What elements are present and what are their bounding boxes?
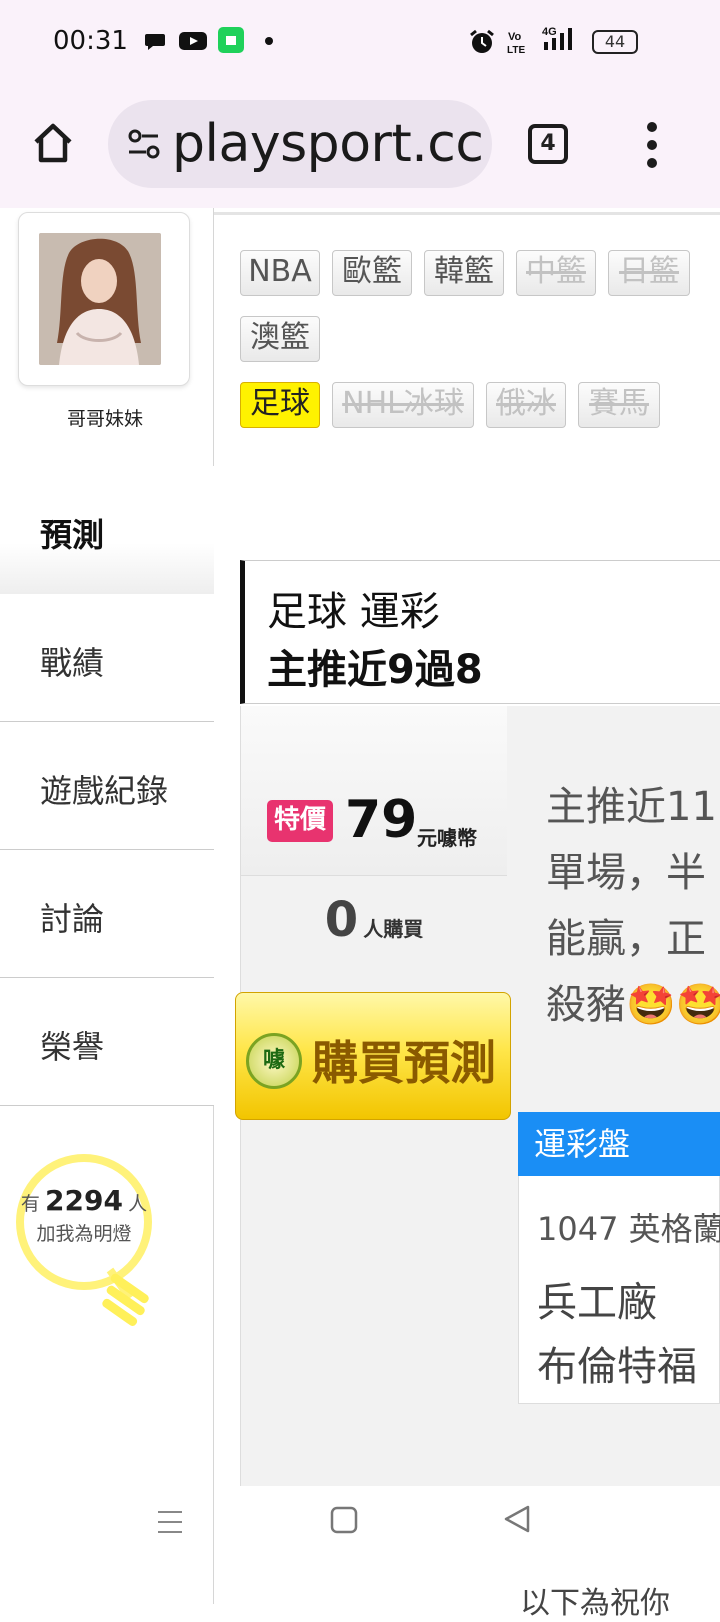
description-line: 主推近11 bbox=[546, 784, 717, 830]
coin-icon: 噱 bbox=[246, 1033, 302, 1089]
main-content: NBA 歐籃 韓籃 中籃 日籃 澳籃 足球 NHL冰球 俄冰 賽馬 足球 運彩 … bbox=[214, 208, 720, 1604]
recents-icon[interactable] bbox=[330, 1506, 358, 1534]
odds-header: 運彩盤 bbox=[518, 1112, 720, 1176]
battery-level: 44 bbox=[604, 32, 626, 51]
more-menu-icon[interactable] bbox=[646, 122, 658, 170]
buyers-label: 人購買 bbox=[363, 917, 424, 941]
battery-icon: 44 bbox=[592, 30, 638, 54]
svg-text:LTE: LTE bbox=[507, 45, 525, 56]
system-nav-bar bbox=[240, 1488, 720, 1552]
line-app-icon bbox=[218, 27, 244, 53]
clock: 00:31 bbox=[53, 26, 128, 56]
price-currency: 元噱幣 bbox=[417, 826, 477, 850]
avatar-frame[interactable] bbox=[18, 212, 190, 386]
sidebar-item-discussion[interactable]: 討論 bbox=[0, 850, 214, 978]
category-soccer[interactable]: 足球 bbox=[240, 382, 320, 428]
category-china-basketball: 中籃 bbox=[516, 250, 596, 296]
back-icon[interactable] bbox=[502, 1504, 532, 1534]
buy-prediction-button[interactable]: 噱 購買預測 bbox=[235, 992, 511, 1120]
odds-card[interactable]: 1047 英格蘭 兵工廠 布倫特福 bbox=[518, 1176, 720, 1404]
volte-icon: Vo LTE bbox=[507, 31, 525, 56]
username[interactable]: 哥哥妹妹 bbox=[0, 404, 210, 431]
prediction-header: 足球 運彩 主推近9過8 bbox=[240, 560, 720, 704]
price-box: 特價 79 元噱幣 bbox=[241, 706, 507, 876]
buy-prediction-label: 購買預測 bbox=[312, 1036, 496, 1090]
signal-4g-icon: 4G bbox=[542, 26, 572, 50]
chat-bubble-icon bbox=[145, 34, 165, 50]
profile-sidebar: 哥哥妹妹 預測 戰績 遊戲紀錄 討論 榮譽 有 2294 人 加我為明燈 bbox=[0, 208, 214, 1604]
category-nba[interactable]: NBA bbox=[240, 250, 320, 296]
prediction-title: 主推近9過8 bbox=[267, 647, 483, 693]
description-line: 能贏，正 bbox=[546, 916, 706, 962]
sidebar-item-game-history[interactable]: 遊戲紀錄 bbox=[0, 722, 214, 850]
sidebar-item-label: 榮譽 bbox=[40, 1028, 105, 1066]
prediction-description: 主推近11 單場，半 能贏，正 殺豬🤩🤩 bbox=[546, 774, 720, 1038]
away-team: 布倫特福 bbox=[537, 1344, 697, 1390]
sidebar-item-label: 預測 bbox=[40, 516, 105, 554]
price-value: 79 bbox=[345, 790, 418, 850]
description-line: 單場，半 bbox=[546, 850, 706, 896]
address-bar[interactable]: playsport.cc bbox=[108, 100, 492, 188]
dot-icon bbox=[265, 37, 273, 45]
avatar[interactable] bbox=[39, 233, 161, 365]
sidebar-item-predictions[interactable]: 預測 bbox=[0, 466, 214, 594]
sidebar-item-label: 討論 bbox=[40, 900, 105, 938]
fans-prefix: 有 bbox=[20, 1193, 40, 1215]
fans-counter[interactable]: 有 2294 人 加我為明燈 bbox=[14, 1184, 154, 1246]
fans-suffix: 人 bbox=[128, 1193, 148, 1215]
menu-icon[interactable] bbox=[156, 1508, 184, 1536]
site-settings-icon[interactable] bbox=[126, 126, 162, 162]
url-text: playsport.cc bbox=[172, 114, 484, 174]
avatar-image bbox=[39, 233, 161, 365]
tab-switcher-button[interactable]: 4 bbox=[528, 124, 568, 164]
sidebar-item-label: 戰績 bbox=[40, 644, 105, 682]
fans-count: 2294 bbox=[45, 1184, 123, 1217]
sale-badge: 特價 bbox=[267, 800, 333, 842]
category-japan-basketball: 日籃 bbox=[608, 250, 690, 296]
coin-glyph: 噱 bbox=[262, 1048, 285, 1073]
alarm-icon bbox=[470, 29, 494, 53]
category-nhl-hockey: NHL冰球 bbox=[332, 382, 474, 428]
category-euro-basketball[interactable]: 歐籃 bbox=[332, 250, 412, 296]
home-team: 兵工廠 bbox=[537, 1280, 657, 1326]
category-australia-basketball[interactable]: 澳籃 bbox=[240, 316, 320, 362]
category-korea-basketball[interactable]: 韓籃 bbox=[424, 250, 504, 296]
fans-caption: 加我為明燈 bbox=[36, 1223, 132, 1245]
game-number: 1047 英格蘭 bbox=[537, 1210, 720, 1248]
category-horse-racing: 賽馬 bbox=[578, 382, 660, 428]
bottom-partial-text: 以下為祝你 bbox=[520, 1586, 670, 1621]
home-icon[interactable] bbox=[30, 120, 76, 166]
divider bbox=[214, 212, 720, 215]
prediction-category: 足球 運彩 bbox=[267, 589, 440, 635]
category-russia-hockey: 俄冰 bbox=[486, 382, 566, 428]
buyers-number: 0 bbox=[324, 892, 359, 948]
buyers-count: 0 人購買 bbox=[241, 892, 507, 948]
sidebar-item-label: 遊戲紀錄 bbox=[40, 772, 169, 810]
youtube-icon bbox=[179, 32, 207, 50]
description-line: 殺豬🤩🤩 bbox=[546, 982, 720, 1028]
status-bar: 00:31 Vo LTE 4G 44 bbox=[0, 0, 720, 82]
svg-text:4G: 4G bbox=[542, 26, 557, 38]
sidebar-item-honors[interactable]: 榮譽 bbox=[0, 978, 214, 1106]
sidebar-item-record[interactable]: 戰績 bbox=[0, 594, 214, 722]
svg-text:Vo: Vo bbox=[508, 31, 522, 43]
